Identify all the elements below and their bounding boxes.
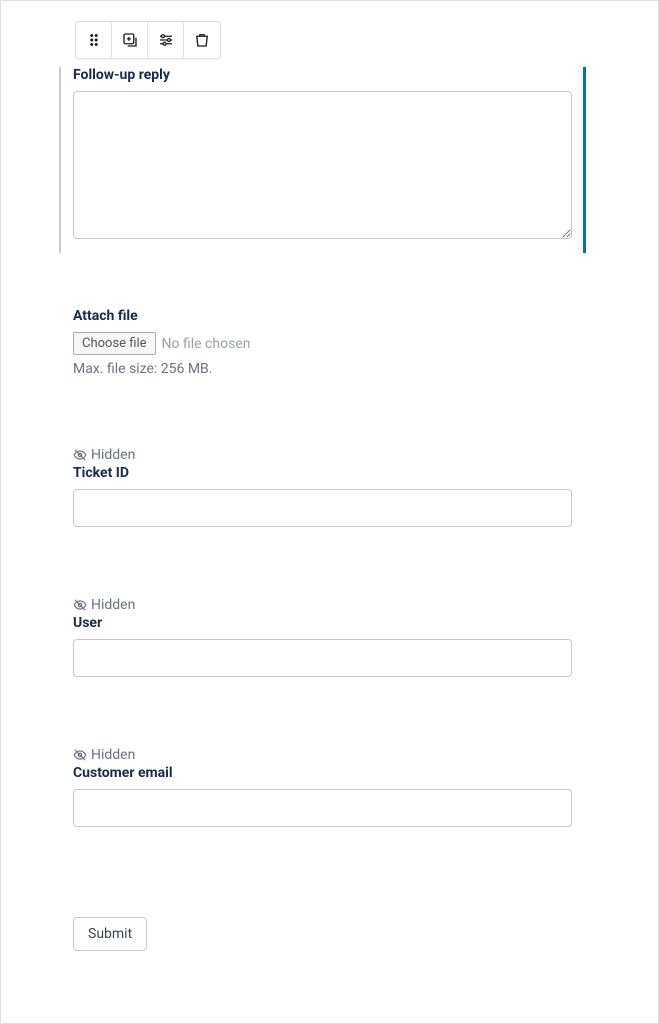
user-input[interactable] <box>73 639 572 677</box>
ticket-id-label: Ticket ID <box>73 465 572 481</box>
customer-email-input[interactable] <box>73 789 572 827</box>
followup-reply-block: Follow-up reply <box>59 67 586 243</box>
drag-icon <box>85 31 103 49</box>
add-block-icon <box>121 31 139 49</box>
followup-textarea[interactable] <box>73 91 572 239</box>
sliders-icon <box>157 31 175 49</box>
add-block-button[interactable] <box>112 22 148 58</box>
file-input-row: Choose file No file chosen <box>73 332 572 355</box>
settings-button[interactable] <box>148 22 184 58</box>
submit-row: Submit <box>59 917 586 951</box>
attach-file-label: Attach file <box>73 308 572 324</box>
user-label: User <box>73 615 572 631</box>
hidden-text: Hidden <box>91 747 135 763</box>
block-toolbar <box>75 21 221 59</box>
file-size-help-text: Max. file size: 256 MB. <box>73 361 572 377</box>
drag-handle-button[interactable] <box>76 22 112 58</box>
no-file-chosen-text: No file chosen <box>162 336 251 352</box>
hidden-badge: Hidden <box>73 447 572 463</box>
trash-icon <box>193 31 211 49</box>
choose-file-button[interactable]: Choose file <box>73 332 156 355</box>
customer-email-label: Customer email <box>73 765 572 781</box>
hidden-badge: Hidden <box>73 747 572 763</box>
attach-file-block: Attach file Choose file No file chosen M… <box>59 308 586 377</box>
hidden-text: Hidden <box>91 597 135 613</box>
customer-email-block: Hidden Customer email <box>59 747 586 827</box>
eye-off-icon <box>73 448 87 462</box>
user-block: Hidden User <box>59 597 586 677</box>
followup-label: Follow-up reply <box>73 67 572 83</box>
eye-off-icon <box>73 748 87 762</box>
delete-button[interactable] <box>184 22 220 58</box>
submit-button[interactable]: Submit <box>73 917 147 951</box>
eye-off-icon <box>73 598 87 612</box>
ticket-id-input[interactable] <box>73 489 572 527</box>
ticket-id-block: Hidden Ticket ID <box>59 447 586 527</box>
hidden-badge: Hidden <box>73 597 572 613</box>
hidden-text: Hidden <box>91 447 135 463</box>
